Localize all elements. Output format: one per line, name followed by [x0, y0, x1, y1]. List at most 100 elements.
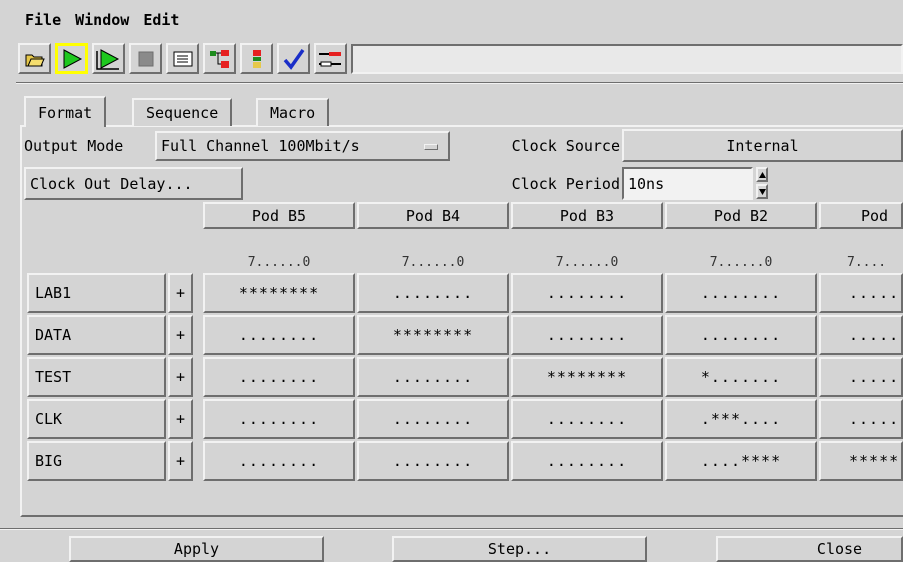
bit-assignment-cell[interactable]: ........ — [511, 273, 663, 313]
arrow-up-icon — [758, 171, 766, 178]
bit-assignment-value: ........ — [392, 452, 474, 470]
pod-header-b2[interactable]: Pod B2 — [665, 202, 817, 229]
system-button[interactable] — [240, 43, 273, 74]
close-button[interactable]: Close — [716, 536, 903, 562]
expand-label-button[interactable]: + — [168, 273, 193, 313]
bit-assignment-cell[interactable]: ..... — [819, 357, 903, 397]
bit-range: 7.... — [847, 254, 887, 270]
clock-source-value: Internal — [726, 136, 799, 155]
pod-header-label: Pod B4 — [405, 206, 461, 225]
plus-icon: + — [175, 452, 186, 470]
pod-header-label: Pod B3 — [559, 206, 615, 225]
pod-header-label: Pod B2 — [713, 206, 769, 225]
bit-assignment-cell[interactable]: .***.... — [665, 399, 817, 439]
bottom-divider — [0, 528, 903, 530]
clock-source-select[interactable]: Internal — [622, 129, 903, 162]
bit-assignment-cell[interactable]: ..... — [819, 399, 903, 439]
pod-header-b5[interactable]: Pod B5 — [203, 202, 355, 229]
step-button[interactable]: Step... — [392, 536, 647, 562]
label-name-button[interactable]: BIG — [27, 441, 166, 481]
bit-assignment-cell[interactable]: ..... — [819, 315, 903, 355]
stop-button[interactable] — [129, 43, 162, 74]
label-name-button[interactable]: CLK — [27, 399, 166, 439]
status-field — [351, 44, 903, 74]
apply-button[interactable]: Apply — [69, 536, 324, 562]
bit-assignment-value: ........ — [546, 284, 628, 302]
bit-assignment-value: ******** — [392, 326, 474, 344]
clock-period-field[interactable]: 10ns — [622, 167, 753, 200]
plus-icon: + — [175, 284, 186, 302]
config-icon — [318, 51, 341, 66]
output-mode-select[interactable]: Full Channel 100Mbit/s — [155, 131, 450, 161]
bit-assignment-cell[interactable]: ....**** — [665, 441, 817, 481]
expand-label-button[interactable]: + — [168, 357, 193, 397]
tab-macro[interactable]: Macro — [256, 98, 330, 126]
bit-assignment-value: ........ — [546, 410, 628, 428]
apply-button-label: Apply — [173, 540, 220, 558]
bit-assignment-cell[interactable]: ........ — [357, 273, 509, 313]
option-menu-indicator-icon — [424, 144, 438, 150]
bit-assignment-cell[interactable]: ........ — [511, 315, 663, 355]
listing-button[interactable] — [166, 43, 199, 74]
bit-assignment-value: ........ — [238, 326, 320, 344]
expand-label-button[interactable]: + — [168, 315, 193, 355]
bit-assignment-value: ***** — [849, 452, 900, 470]
label-name-button[interactable]: TEST — [27, 357, 166, 397]
bit-assignment-cell[interactable]: ........ — [511, 441, 663, 481]
menu-edit[interactable]: Edit — [143, 11, 179, 29]
bit-range: 7......0 — [401, 254, 465, 270]
bit-assignment-cell[interactable]: ........ — [511, 399, 663, 439]
expand-label-button[interactable]: + — [168, 441, 193, 481]
config-button[interactable] — [314, 43, 347, 74]
menu-window[interactable]: Window — [75, 11, 129, 29]
bit-assignment-value: .***.... — [700, 410, 782, 428]
clock-period-label: Clock Period — [511, 175, 620, 193]
pod-header-b4[interactable]: Pod B4 — [357, 202, 509, 229]
bit-assignment-cell[interactable]: ........ — [665, 273, 817, 313]
bit-assignment-value: ........ — [546, 326, 628, 344]
plus-icon: + — [175, 410, 186, 428]
arrow-down-icon — [758, 188, 766, 195]
bit-assignment-value: ..... — [849, 368, 900, 386]
bit-assignment-cell[interactable]: *....... — [665, 357, 817, 397]
tab-sequence[interactable]: Sequence — [132, 98, 233, 126]
label-name: TEST — [35, 368, 72, 386]
label-name-button[interactable]: DATA — [27, 315, 166, 355]
tab-format-label: Format — [38, 103, 93, 122]
bit-assignment-cell[interactable]: ........ — [357, 399, 509, 439]
bit-assignment-cell[interactable]: ........ — [357, 441, 509, 481]
bit-assignment-cell[interactable]: ******** — [511, 357, 663, 397]
clock-out-delay-button[interactable]: Clock Out Delay... — [24, 167, 243, 200]
tab-format[interactable]: Format — [24, 96, 107, 127]
label-name: LAB1 — [35, 284, 72, 302]
clock-period-decrement[interactable] — [756, 184, 768, 199]
run-button[interactable] — [55, 43, 88, 74]
pod-header-b1[interactable]: Pod — [819, 202, 903, 229]
clock-period-increment[interactable] — [756, 167, 768, 182]
pod-header-b3[interactable]: Pod B3 — [511, 202, 663, 229]
bit-assignment-cell[interactable]: ........ — [665, 315, 817, 355]
overview-button[interactable] — [203, 43, 236, 74]
bit-assignment-cell[interactable]: ........ — [203, 399, 355, 439]
check-button[interactable] — [277, 43, 310, 74]
bit-assignment-cell[interactable]: ........ — [203, 315, 355, 355]
bit-assignment-value: ........ — [700, 326, 782, 344]
bit-assignment-cell[interactable]: ******** — [357, 315, 509, 355]
menu-file[interactable]: File — [25, 11, 61, 29]
bit-assignment-cell[interactable]: ........ — [357, 357, 509, 397]
bit-assignment-cell[interactable]: ******** — [203, 273, 355, 313]
bit-assignment-cell[interactable]: ***** — [819, 441, 903, 481]
bit-assignment-cell[interactable]: ........ — [203, 357, 355, 397]
open-folder-button[interactable] — [18, 43, 51, 74]
bit-assignment-value: ....**** — [700, 452, 782, 470]
output-mode-value: Full Channel 100Mbit/s — [161, 137, 360, 155]
bit-assignment-cell[interactable]: ..... — [819, 273, 903, 313]
run-repetitive-icon — [95, 48, 119, 70]
label-name-button[interactable]: LAB1 — [27, 273, 166, 313]
run-repetitive-button[interactable] — [92, 43, 125, 74]
bit-assignment-value: ..... — [849, 326, 900, 344]
expand-label-button[interactable]: + — [168, 399, 193, 439]
bit-assignment-cell[interactable]: ........ — [203, 441, 355, 481]
pod-header-label: Pod B5 — [251, 206, 307, 225]
check-icon — [283, 48, 304, 70]
